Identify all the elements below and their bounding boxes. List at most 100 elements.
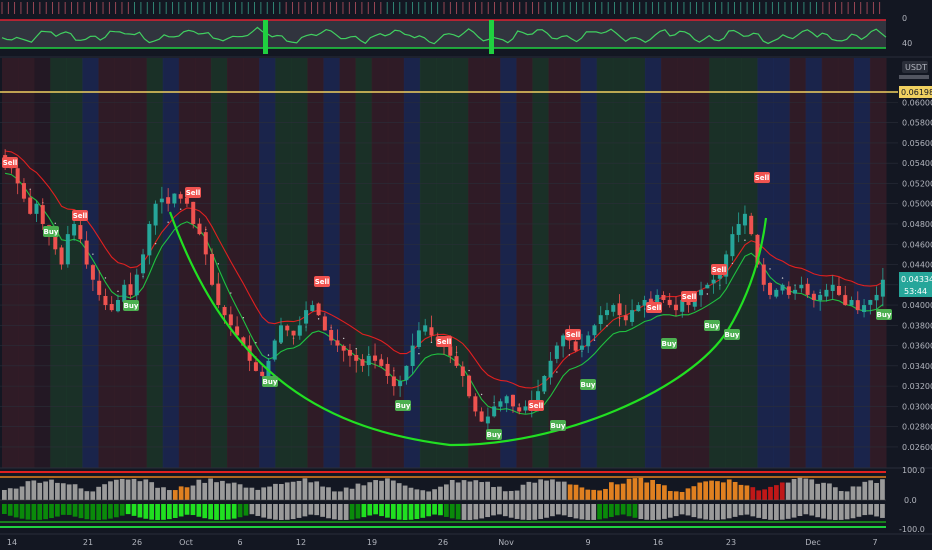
histogram-bar — [290, 481, 296, 500]
sell-signal-tag[interactable]: Sell — [2, 157, 18, 168]
trail-dot — [242, 317, 245, 319]
histogram-bar — [273, 504, 278, 520]
candle-body — [260, 371, 265, 376]
candle-body — [617, 303, 622, 316]
sell-signal-tag[interactable]: Sell — [565, 329, 581, 340]
histogram-bar — [573, 504, 579, 519]
candle-body — [818, 294, 823, 301]
price-axis[interactable]: USDT 0.06000 0.05800 0.05600 0.05400 0.05200… — [898, 58, 932, 468]
histogram-bar — [102, 484, 107, 500]
candle-body — [159, 198, 164, 203]
sell-signal-tag[interactable]: Sell — [528, 400, 544, 411]
buy-signal-tag[interactable]: Buy — [395, 400, 411, 411]
histogram-bar — [55, 504, 60, 517]
candle-body — [573, 341, 578, 351]
candle-body — [122, 284, 127, 302]
histogram-bar — [438, 486, 443, 500]
buy-signal-tag[interactable]: Buy — [262, 376, 278, 387]
candle-body — [90, 265, 95, 280]
histogram-bar — [449, 504, 455, 519]
histogram-bar — [167, 490, 172, 500]
histogram-bar — [550, 504, 555, 517]
trail-dot — [568, 354, 571, 356]
sell-signal-text: Sell — [437, 338, 452, 346]
histogram-bar — [626, 504, 632, 517]
candle-body — [391, 376, 396, 387]
trail-dot — [468, 369, 470, 372]
histogram-bar — [13, 488, 19, 500]
candle-body — [492, 406, 497, 417]
price-tick-label: 0.05800 — [902, 119, 932, 128]
histogram-bar — [844, 504, 850, 520]
histogram-bar — [868, 504, 874, 515]
histogram-bar — [343, 487, 349, 500]
histogram-bar — [108, 504, 113, 519]
time-axis-label: 6 — [237, 538, 242, 547]
histogram-bar — [208, 478, 213, 500]
currency-badge[interactable]: USDT — [902, 61, 928, 73]
sell-signal-tag[interactable]: Sell — [681, 291, 697, 302]
candle-body — [498, 401, 503, 407]
price-tick-label: 0.04000 — [902, 301, 932, 310]
sell-signal-tag[interactable]: Sell — [314, 276, 330, 287]
histogram-bar — [296, 504, 302, 518]
candle-body — [354, 355, 359, 361]
price-tick-label: 0.05200 — [902, 179, 932, 188]
sell-signal-tag[interactable]: Sell — [72, 210, 88, 221]
buy-signal-tag[interactable]: Buy — [43, 226, 59, 237]
candle-body — [485, 416, 490, 424]
time-axis-label: Oct — [179, 538, 193, 547]
last-price-label: 0.04334 — [901, 275, 932, 284]
histogram-bar — [249, 487, 255, 500]
histogram-bar — [573, 484, 579, 500]
candle-body — [523, 406, 528, 411]
buy-signal-tag[interactable]: Buy — [550, 420, 566, 431]
histogram-bar — [544, 480, 549, 500]
buy-signal-tag[interactable]: Buy — [704, 320, 720, 331]
candle-body — [178, 194, 183, 199]
buy-signal-tag[interactable]: Buy — [876, 309, 892, 320]
histogram-bar — [779, 482, 785, 500]
histogram-bar — [715, 481, 720, 500]
histogram-bar — [332, 504, 337, 520]
trail-dot — [744, 239, 746, 241]
candle-body — [479, 411, 484, 422]
sell-signal-tag[interactable]: Sell — [711, 264, 727, 275]
trading-chart[interactable]: 0 40 SellSellSellSellSellSellSellSellSel… — [0, 0, 932, 550]
histogram-bar — [697, 482, 703, 500]
sell-signal-tag[interactable]: Sell — [646, 302, 662, 313]
histogram-bar — [538, 479, 544, 500]
histogram-bar — [685, 504, 691, 516]
candle-body — [72, 223, 77, 236]
histogram-bar — [526, 504, 532, 520]
histogram-bar — [544, 504, 549, 518]
buy-signal-tag[interactable]: Buy — [123, 300, 139, 311]
buy-signal-tag[interactable]: Buy — [724, 329, 740, 340]
histogram-bar — [278, 504, 284, 520]
buy-signal-tag[interactable]: Buy — [661, 338, 677, 349]
candle-body — [373, 355, 378, 361]
buy-signal-text: Buy — [705, 322, 720, 330]
buy-signal-tag[interactable]: Buy — [486, 429, 502, 440]
buy-signal-tag[interactable]: Buy — [580, 379, 596, 390]
histogram-bar — [349, 504, 355, 520]
sell-signal-tag[interactable]: Sell — [754, 172, 770, 183]
histogram-bar — [461, 480, 467, 500]
trail-dot — [317, 318, 320, 320]
sell-signal-tag[interactable]: Sell — [436, 336, 452, 347]
histogram-bar — [856, 486, 862, 500]
histogram-bar — [514, 490, 520, 500]
buy-signal-text: Buy — [487, 431, 502, 439]
histogram-bar — [797, 504, 803, 517]
countdown-label: 53:44 — [904, 287, 927, 296]
candle-body — [222, 306, 227, 316]
histogram-bar — [591, 489, 597, 500]
histogram-bar — [19, 486, 25, 500]
buy-signal-text: Buy — [551, 422, 566, 430]
candle-body — [611, 305, 616, 312]
histogram-bar — [90, 504, 96, 520]
sell-signal-tag[interactable]: Sell — [185, 187, 201, 198]
histogram-bar — [149, 504, 155, 520]
histogram-bar — [113, 479, 119, 500]
histogram-bar — [744, 504, 750, 515]
